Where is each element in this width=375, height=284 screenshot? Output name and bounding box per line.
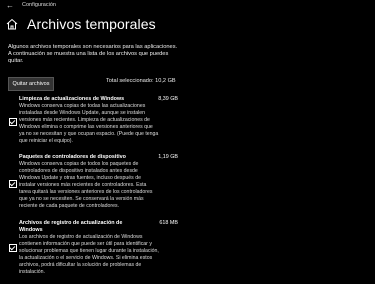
item-title: Limpieza de actualizaciones de Windows <box>19 96 125 102</box>
page-title: Archivos temporales <box>27 16 156 32</box>
list-item: Archivos de registro de actualización de… <box>6 220 178 280</box>
checkbox-icon[interactable] <box>9 244 17 252</box>
page-header: Archivos temporales <box>6 16 156 32</box>
total-selected: Total seleccionado: 10,2 GB <box>106 78 176 84</box>
title-bar: ← Configuración <box>0 0 375 12</box>
home-icon <box>6 18 18 30</box>
settings-window: ← Configuración Archivos temporales Algu… <box>0 0 375 284</box>
list-item: Limpieza de actualizaciones de Windows 8… <box>6 96 178 144</box>
item-size: 618 MB <box>159 220 178 226</box>
checkbox-icon[interactable] <box>9 118 17 126</box>
checkbox-icon[interactable] <box>9 180 17 188</box>
item-description: Windows conserva copias de todos los paq… <box>19 161 153 209</box>
item-size: 1,19 GB <box>158 154 178 160</box>
item-title: Paquetes de controladores de dispositivo <box>19 154 126 160</box>
remove-files-button[interactable]: Quitar archivos <box>8 77 54 91</box>
description: Algunos archivos temporales son necesari… <box>8 44 178 65</box>
item-title: Archivos de registro de actualización de… <box>19 220 123 233</box>
item-size: 8,39 GB <box>158 96 178 102</box>
list-item: Paquetes de controladores de dispositivo… <box>6 154 178 210</box>
app-title: Configuración <box>22 2 56 8</box>
item-description: Los archivos de registro de actualizació… <box>19 234 159 275</box>
item-description: Windows conserva copias de todas las act… <box>19 103 159 144</box>
back-arrow-icon[interactable]: ← <box>6 1 16 11</box>
